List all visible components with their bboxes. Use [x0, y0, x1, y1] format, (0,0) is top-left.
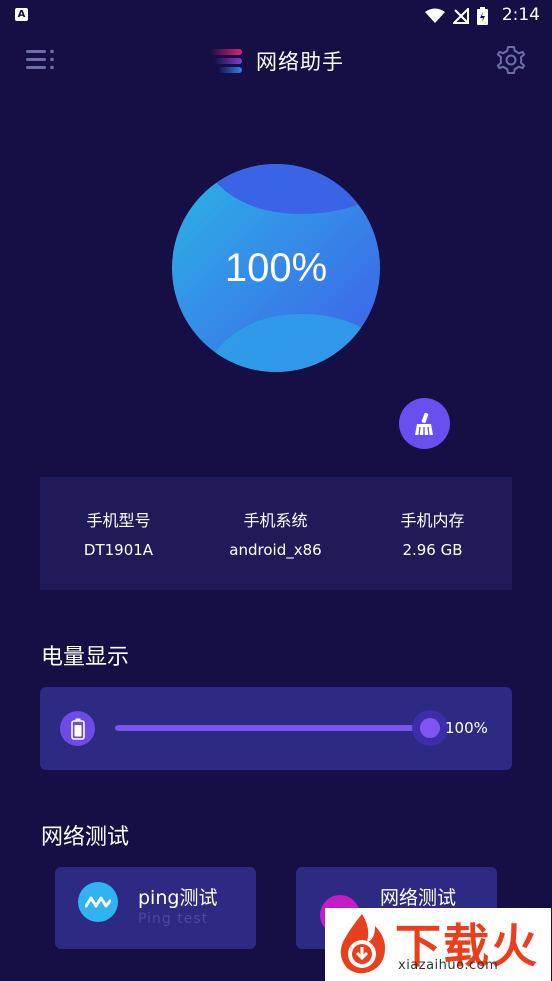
- status-time: 2:14: [501, 5, 540, 25]
- network-test-title: 网络测试: [41, 825, 130, 850]
- app-logo-icon: [210, 49, 242, 73]
- clean-broom-button[interactable]: [399, 398, 450, 449]
- info-label: 手机系统: [243, 511, 308, 530]
- phone-model-info: 手机型号 DT1901A: [40, 477, 197, 590]
- page-title: 网络助手: [256, 50, 344, 74]
- status-icons: [425, 6, 488, 26]
- battery-slider-track[interactable]: [115, 725, 430, 731]
- menu-icon[interactable]: [26, 47, 56, 73]
- ping-wave-icon: [78, 882, 118, 922]
- info-value: 2.96 GB: [402, 541, 463, 559]
- network-test-label: 网络测试: [380, 887, 457, 909]
- wifi-icon: [425, 8, 445, 23]
- header-title-group: 网络助手: [208, 44, 344, 78]
- ping-test-sublabel: Ping test: [138, 911, 209, 927]
- info-label: 手机型号: [86, 511, 151, 530]
- broom-icon: [414, 412, 433, 435]
- info-label: 手机内存: [400, 511, 465, 530]
- watermark-site: xiazaihuo.com: [398, 958, 499, 973]
- status-bar: A 2:14: [0, 0, 552, 32]
- app-notification-icon: A: [15, 8, 28, 21]
- battery-percent-label: 100%: [224, 245, 328, 290]
- phone-system-info: 手机系统 android_x86: [197, 477, 354, 590]
- ping-test-label: ping测试: [138, 887, 218, 909]
- phone-info-card: 手机型号 DT1901A 手机系统 android_x86 手机内存 2.96 …: [40, 477, 512, 590]
- battery-slider-value: 100%: [445, 719, 488, 737]
- battery-slider-thumb[interactable]: [420, 718, 440, 738]
- settings-gear-icon[interactable]: [495, 44, 527, 76]
- info-value: DT1901A: [83, 541, 154, 559]
- battery-charging-icon: [477, 7, 488, 25]
- battery-icon: [60, 711, 95, 746]
- signal-icon: [453, 8, 469, 24]
- flame-logo-icon: [340, 914, 385, 974]
- phone-memory-info: 手机内存 2.96 GB: [354, 477, 511, 590]
- battery-display-title: 电量显示: [41, 645, 130, 670]
- info-value: android_x86: [229, 541, 322, 559]
